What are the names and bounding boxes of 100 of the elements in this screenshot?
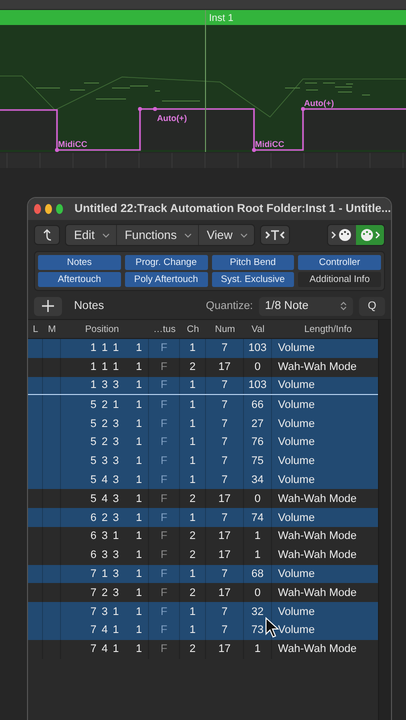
filter-toggle[interactable]: Poly Aftertouch xyxy=(124,272,208,287)
table-cell: 1 xyxy=(189,418,196,430)
event-row[interactable]: 5 2 3 1 F 1 7 27 Volume xyxy=(28,414,378,433)
midi-in-button[interactable] xyxy=(356,225,384,245)
table-cell: 7 xyxy=(221,624,228,636)
automation-point[interactable] xyxy=(252,148,256,152)
table-cell: F xyxy=(160,398,168,411)
filter-toggle[interactable]: Controller xyxy=(298,255,381,270)
event-row[interactable]: 1 1 1 1 F 1 7 103 Volume xyxy=(28,339,378,358)
table-cell: 1 xyxy=(136,530,142,542)
automation-point[interactable] xyxy=(55,148,59,152)
table-cell: 2 xyxy=(189,643,196,656)
close-button[interactable] xyxy=(34,204,41,214)
table-cell: 6 2 3 xyxy=(90,512,120,524)
table-cell: 1 xyxy=(136,361,142,374)
filter-toggle[interactable]: Syst. Exclusive xyxy=(212,272,294,287)
table-cell: 7 xyxy=(221,512,228,524)
menu-button[interactable]: Edit xyxy=(66,225,117,245)
column-header[interactable]: Length/Info xyxy=(272,324,378,334)
table-cell: 1 xyxy=(136,568,142,580)
event-row[interactable]: 6 3 1 1 F 2 17 1 Wah-Wah Mode xyxy=(28,526,378,546)
table-cell: F xyxy=(160,342,168,354)
event-row[interactable]: 5 4 3 1 F 1 7 34 Volume xyxy=(28,470,378,490)
automation-point[interactable] xyxy=(138,107,142,111)
automation-label: Auto(+) xyxy=(304,98,334,108)
table-cell: Volume xyxy=(278,624,315,636)
table-cell: 27 xyxy=(251,418,264,430)
table-cell: F xyxy=(160,474,168,486)
column-header[interactable]: L xyxy=(28,324,43,334)
event-row[interactable]: 7 1 3 1 F 1 7 68 Volume xyxy=(28,564,378,584)
table-cell: 1 xyxy=(189,512,196,524)
event-row[interactable]: 7 4 1 1 F 1 7 73 Volume xyxy=(28,620,378,640)
event-row[interactable]: 7 4 1 1 F 2 17 1 Wah-Wah Mode xyxy=(28,640,378,659)
table-cell: 1 xyxy=(189,342,196,354)
zoom-button[interactable] xyxy=(56,204,63,214)
table-cell: Wah-Wah Mode xyxy=(278,643,357,656)
table-cell: F xyxy=(160,530,168,542)
filter-toggle[interactable]: Aftertouch xyxy=(38,272,121,287)
table-cell: F xyxy=(160,379,168,392)
event-row[interactable]: 7 3 1 1 F 1 7 32 Volume xyxy=(28,602,378,621)
filter-toggle[interactable]: Additional Info xyxy=(298,272,381,287)
table-cell: 2 xyxy=(189,549,196,562)
table-cell: F xyxy=(160,492,168,505)
table-cell: 7 xyxy=(221,436,228,448)
table-cell: 5 4 3 xyxy=(90,474,120,486)
table-cell: 7 1 3 xyxy=(90,568,120,580)
column-header[interactable]: Num xyxy=(206,324,244,334)
automation-line[interactable] xyxy=(0,108,406,151)
event-row[interactable]: 5 3 3 1 F 1 7 75 Volume xyxy=(28,452,378,471)
table-cell: 103 xyxy=(248,342,267,354)
table-cell: 7 xyxy=(221,455,228,468)
automation-background xyxy=(0,110,57,150)
chevron-icon xyxy=(102,232,110,238)
filter-button[interactable] xyxy=(260,225,290,245)
filter-toggle[interactable]: Pitch Bend xyxy=(212,255,294,270)
track-lane[interactable] xyxy=(0,152,406,168)
quantize-dropdown[interactable]: 1/8 Note xyxy=(259,296,353,316)
automation-point[interactable] xyxy=(153,107,157,111)
column-header[interactable]: Val xyxy=(244,324,272,334)
midi-out-button[interactable] xyxy=(328,225,356,245)
event-row[interactable]: 6 2 3 1 F 1 7 74 Volume xyxy=(28,508,378,527)
table-cell: Volume xyxy=(278,436,315,448)
table-cell: 7 xyxy=(221,379,228,392)
table-cell: 17 xyxy=(218,643,231,656)
hierarchy-button[interactable] xyxy=(34,225,60,245)
column-header[interactable]: Ch xyxy=(180,324,206,334)
quantize-label: Quantize: xyxy=(206,300,253,312)
minimize-button[interactable] xyxy=(44,204,52,214)
table-cell: 5 3 3 xyxy=(90,455,120,468)
table-cell: 1 xyxy=(136,474,142,486)
menu-button[interactable]: Functions xyxy=(116,225,199,245)
table-cell: 76 xyxy=(251,436,264,448)
table-cell: 7 4 1 xyxy=(90,643,120,656)
event-row[interactable]: 5 2 3 1 F 1 7 76 Volume xyxy=(28,432,378,452)
table-cell: 17 xyxy=(218,530,231,542)
quantize-button[interactable]: Q xyxy=(359,296,385,316)
filter-toggle[interactable]: Progr. Change xyxy=(124,255,208,270)
region-name: Inst 1 xyxy=(209,13,234,24)
table-cell: 1 xyxy=(189,379,196,392)
column-header[interactable]: Position xyxy=(61,324,149,334)
menu-button[interactable]: View xyxy=(198,225,254,245)
table-cell: 1 xyxy=(189,398,196,411)
table-cell: F xyxy=(160,568,168,580)
table-cell: F xyxy=(160,418,168,430)
event-row[interactable]: 5 2 1 1 F 1 7 66 Volume xyxy=(28,395,378,414)
table-cell: 1 xyxy=(254,530,261,542)
table-cell: 1 xyxy=(189,474,196,486)
table-cell: 7 xyxy=(221,418,228,430)
filter-toggle[interactable]: Notes xyxy=(38,255,121,270)
table-cell: 1 xyxy=(189,624,196,636)
column-header[interactable]: …tus xyxy=(149,324,180,334)
automation-point[interactable] xyxy=(301,107,305,111)
table-cell: 0 xyxy=(254,586,261,599)
event-row[interactable]: 1 3 3 1 F 1 7 103 Volume xyxy=(28,376,378,396)
add-button[interactable] xyxy=(34,296,62,316)
table-cell: 1 xyxy=(136,492,142,505)
column-header[interactable]: M xyxy=(43,324,61,334)
table-cell: F xyxy=(160,436,168,448)
table-cell: Wah-Wah Mode xyxy=(278,361,357,374)
scroll-track[interactable] xyxy=(378,320,391,720)
